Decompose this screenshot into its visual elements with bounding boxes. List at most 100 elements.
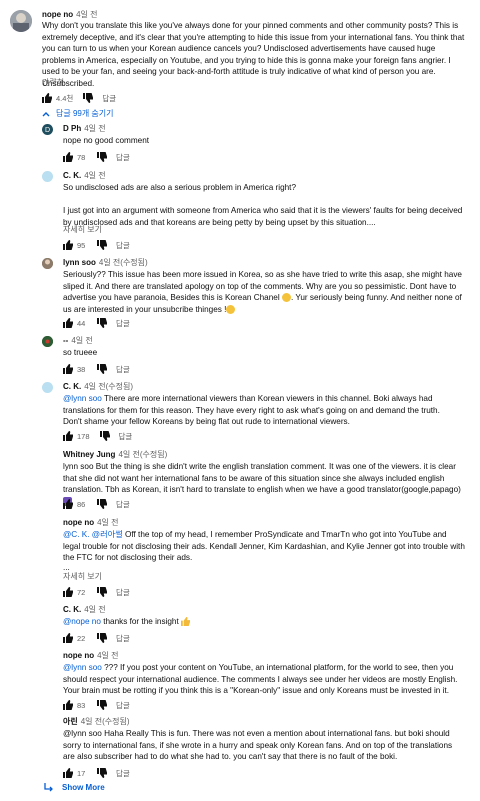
like-count: 22: [77, 633, 86, 643]
reply-author[interactable]: 아린 4일 전(수정됨): [63, 716, 130, 727]
reply-author[interactable]: -- 4일 전: [63, 335, 93, 346]
show-more-label: Show More: [62, 783, 105, 792]
avatar[interactable]: [42, 171, 53, 182]
avatar[interactable]: [10, 10, 32, 32]
dislike-icon[interactable]: [97, 318, 107, 328]
like-icon[interactable]: [63, 587, 73, 597]
reply-author[interactable]: nope no 4일 전: [63, 517, 119, 528]
author-name[interactable]: Whitney Jung: [63, 450, 115, 459]
author-name[interactable]: --: [63, 336, 68, 345]
timestamp[interactable]: 4일 전: [97, 651, 118, 660]
like-icon[interactable]: [63, 152, 73, 162]
reply-button[interactable]: 답글: [116, 633, 130, 644]
like-count: 44: [77, 318, 86, 328]
reply-text: So undisclosed ads are also a serious pr…: [63, 182, 463, 228]
avatar[interactable]: [42, 336, 53, 347]
reply-actions: 22 답글: [63, 632, 130, 644]
reply-button[interactable]: 답글: [119, 431, 133, 442]
like-count: 95: [77, 240, 86, 250]
reply-actions: 38 답글: [63, 363, 130, 375]
reply-button[interactable]: 답글: [116, 499, 130, 510]
reply-text: Seriously?? This issue has been more iss…: [63, 270, 462, 314]
author-name[interactable]: 아린: [63, 717, 78, 726]
author-name[interactable]: C. K.: [63, 171, 81, 180]
reply-button[interactable]: 답글: [116, 364, 130, 375]
hide-replies-toggle[interactable]: 답글 99개 숨기기: [42, 108, 114, 119]
show-less-link[interactable]: 간략히: [42, 77, 64, 88]
reply-button[interactable]: 답글: [116, 152, 130, 163]
reply-text: @C. K. @러아썰 Off the top of my head, I re…: [63, 529, 465, 572]
timestamp[interactable]: 4일 전(수정됨): [81, 717, 130, 726]
reply-actions: 17 답글: [63, 767, 130, 779]
reply-author[interactable]: D Ph 4일 전: [63, 123, 106, 134]
timestamp[interactable]: 4일 전: [84, 171, 105, 180]
dislike-icon[interactable]: [97, 633, 107, 643]
dislike-icon[interactable]: [97, 152, 107, 162]
like-icon[interactable]: [63, 633, 73, 643]
avatar[interactable]: [42, 258, 53, 269]
read-more-link[interactable]: 자세히 보기: [63, 571, 102, 582]
timestamp[interactable]: 4일 전: [76, 10, 97, 19]
avatar[interactable]: D: [42, 124, 53, 135]
dislike-icon[interactable]: [97, 700, 107, 710]
like-count: 178: [77, 431, 90, 441]
reply-author[interactable]: C. K. 4일 전(수정됨): [63, 381, 133, 392]
timestamp[interactable]: 4일 전(수정됨): [99, 258, 148, 267]
like-icon[interactable]: [42, 93, 52, 103]
reply-author[interactable]: C. K. 4일 전: [63, 170, 106, 181]
like-icon[interactable]: [63, 318, 73, 328]
timestamp[interactable]: 4일 전(수정됨): [84, 382, 133, 391]
reply-button[interactable]: 답글: [116, 318, 130, 329]
like-count: 17: [77, 768, 86, 778]
reply-line: thanks for the insight: [100, 617, 182, 626]
like-icon[interactable]: [63, 240, 73, 250]
read-more-link[interactable]: 자세히 보기: [63, 224, 102, 235]
timestamp[interactable]: 4일 전(수정됨): [118, 450, 167, 459]
reply-button[interactable]: 답글: [116, 240, 130, 251]
show-more-button[interactable]: Show More: [44, 783, 105, 792]
timestamp[interactable]: 4일 전: [71, 336, 92, 345]
like-count: 78: [77, 152, 86, 162]
comment-author[interactable]: nope no 4일 전: [42, 9, 98, 20]
author-name[interactable]: C. K.: [63, 382, 81, 391]
dislike-icon[interactable]: [97, 768, 107, 778]
dislike-icon[interactable]: [99, 431, 110, 441]
reply-line: Don't shame your fellow Koreans by being…: [63, 417, 350, 426]
author-name[interactable]: D Ph: [63, 124, 81, 133]
dislike-icon[interactable]: [97, 587, 107, 597]
reply-author[interactable]: lynn soo 4일 전(수정됨): [63, 257, 148, 268]
mention-link[interactable]: @nope no: [63, 617, 101, 626]
reply-author[interactable]: C. K. 4일 전: [63, 604, 106, 615]
timestamp[interactable]: 4일 전: [97, 518, 118, 527]
reply-author[interactable]: Whitney Jung 4일 전(수정됨): [63, 449, 167, 460]
reply-actions: 178 답글: [63, 430, 132, 442]
like-icon[interactable]: [63, 364, 73, 374]
dislike-icon[interactable]: [97, 240, 107, 250]
author-name[interactable]: nope no: [63, 518, 94, 527]
timestamp[interactable]: 4일 전: [84, 605, 105, 614]
mention-link[interactable]: @lynn soo: [63, 394, 102, 403]
mention-link[interactable]: @lynn soo: [63, 663, 102, 672]
reply-button[interactable]: 답글: [116, 587, 130, 598]
avatar[interactable]: [42, 382, 53, 393]
author-name[interactable]: nope no: [63, 651, 94, 660]
reply-button[interactable]: 답글: [116, 768, 130, 779]
reply-button[interactable]: 답글: [116, 700, 130, 711]
like-icon[interactable]: [63, 499, 73, 509]
grinning-emoji-icon: [281, 293, 291, 302]
mention-link[interactable]: @C. K.: [63, 530, 90, 539]
timestamp[interactable]: 4일 전: [84, 124, 105, 133]
author-name[interactable]: nope no: [42, 10, 73, 19]
dislike-icon[interactable]: [97, 499, 107, 509]
mention-link[interactable]: @러아썰: [92, 530, 123, 539]
reply-author[interactable]: nope no 4일 전: [63, 650, 119, 661]
dislike-icon[interactable]: [97, 364, 107, 374]
author-name[interactable]: lynn soo: [63, 258, 96, 267]
dislike-icon[interactable]: [83, 93, 94, 103]
author-name[interactable]: C. K.: [63, 605, 81, 614]
thumbs-up-emoji-icon: [181, 617, 191, 626]
reply-button[interactable]: 답글: [102, 93, 116, 104]
like-icon[interactable]: [63, 768, 73, 778]
like-icon[interactable]: [63, 431, 73, 441]
like-icon[interactable]: [63, 700, 73, 710]
